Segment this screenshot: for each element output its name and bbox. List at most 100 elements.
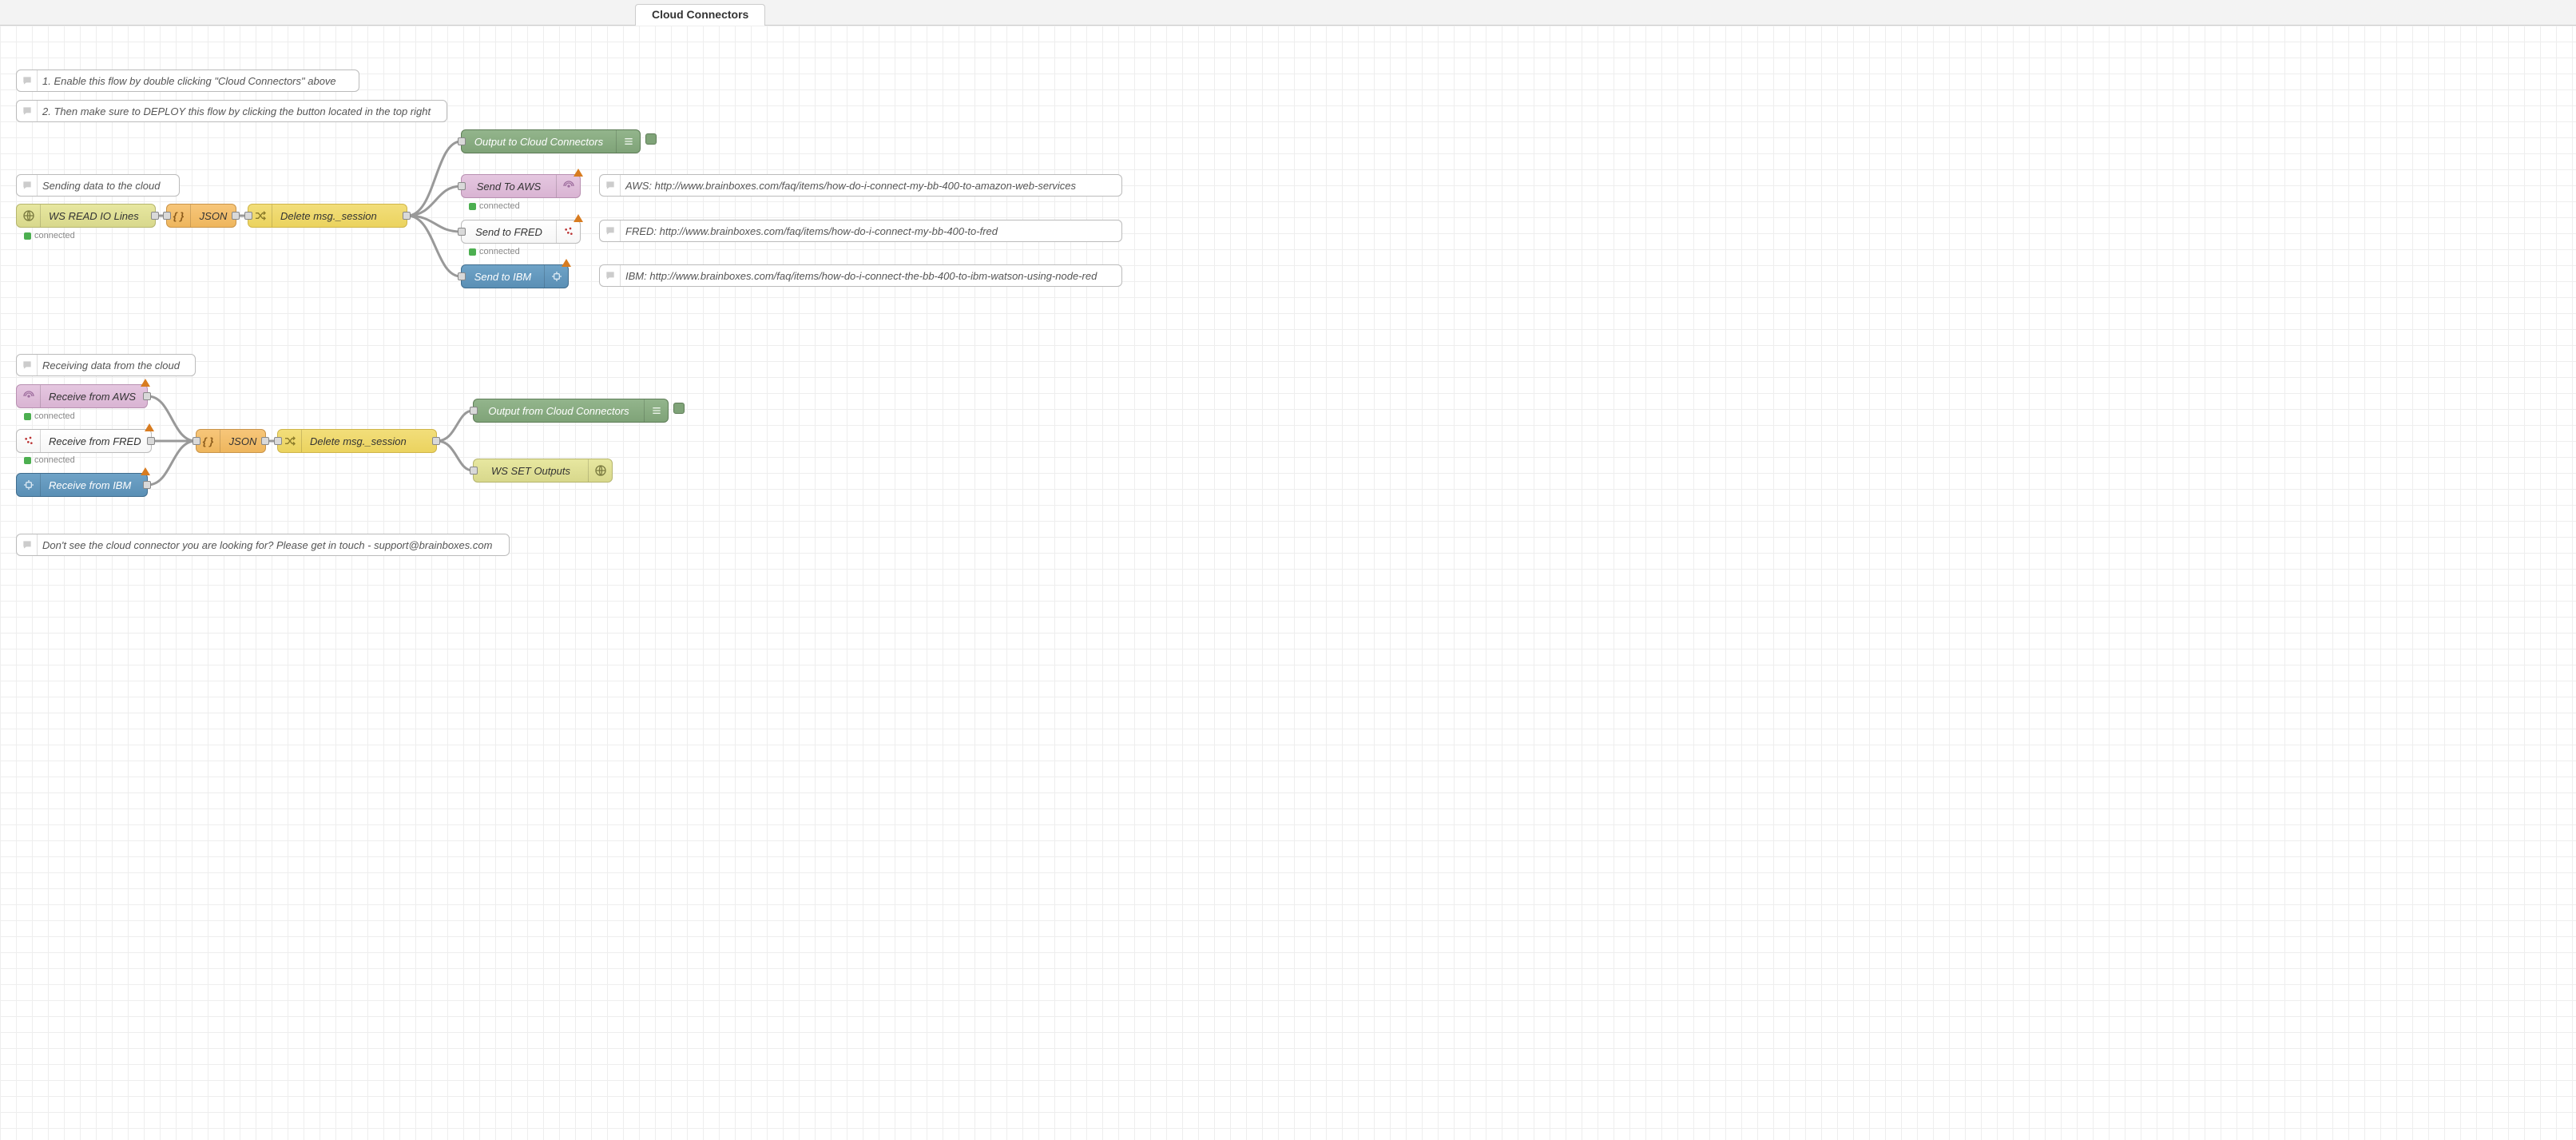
chip-icon [544, 265, 568, 288]
status-fred-in: connected [24, 455, 75, 465]
error-icon [141, 467, 150, 475]
node-label: Receive from FRED [41, 435, 151, 447]
comment-node[interactable]: 2. Then make sure to DEPLOY this flow by… [16, 100, 447, 122]
output-port[interactable] [432, 437, 440, 445]
input-port[interactable] [193, 437, 200, 445]
comment-text: AWS: http://www.brainboxes.com/faq/items… [621, 180, 1086, 192]
comment-node[interactable]: 1. Enable this flow by double clicking "… [16, 70, 359, 92]
status-ws-read: connected [24, 231, 75, 240]
list-icon [616, 130, 640, 153]
comment-text: Don't see the cloud connector you are lo… [38, 539, 502, 551]
speech-bubble-icon [17, 175, 38, 196]
status-dot-icon [24, 457, 31, 464]
input-port[interactable] [470, 467, 478, 475]
status-aws-in: connected [24, 411, 75, 421]
input-port[interactable] [458, 182, 466, 190]
output-port[interactable] [261, 437, 269, 445]
output-port[interactable] [151, 212, 159, 220]
comment-text: Receiving data from the cloud [38, 359, 189, 371]
chip-icon [17, 474, 41, 496]
node-receive-from-aws[interactable]: Receive from AWS [16, 384, 148, 408]
node-label: Send to FRED [462, 226, 556, 238]
status-dot-icon [24, 413, 31, 420]
input-port[interactable] [470, 407, 478, 415]
output-port[interactable] [403, 212, 411, 220]
node-link-in[interactable]: Output from Cloud Connectors [473, 399, 669, 423]
node-label: Receive from AWS [41, 391, 147, 403]
error-icon [141, 379, 150, 387]
node-label: Send To AWS [462, 181, 556, 193]
signal-icon [17, 385, 41, 407]
comment-node[interactable]: FRED: http://www.brainboxes.com/faq/item… [599, 220, 1122, 242]
fred-icon [556, 220, 580, 243]
node-label: Output from Cloud Connectors [474, 405, 644, 417]
output-port[interactable] [232, 212, 240, 220]
node-receive-from-fred[interactable]: Receive from FRED [16, 429, 152, 453]
speech-bubble-icon [600, 265, 621, 286]
node-receive-from-ibm[interactable]: Receive from IBM [16, 473, 148, 497]
speech-bubble-icon [17, 101, 38, 121]
output-port[interactable] [143, 392, 151, 400]
speech-bubble-icon [600, 220, 621, 241]
status-aws-out: connected [469, 201, 520, 211]
node-delete-session-1[interactable]: Delete msg._session [248, 204, 407, 228]
node-link-out[interactable]: Output to Cloud Connectors [461, 129, 641, 153]
node-send-to-ibm[interactable]: Send to IBM [461, 264, 569, 288]
input-port[interactable] [458, 137, 466, 145]
input-port[interactable] [163, 212, 171, 220]
node-label: WS READ IO Lines [41, 210, 155, 222]
node-json-parse-2[interactable]: { } JSON [196, 429, 266, 453]
comment-node[interactable]: IBM: http://www.brainboxes.com/faq/items… [599, 264, 1122, 287]
comment-node[interactable]: AWS: http://www.brainboxes.com/faq/items… [599, 174, 1122, 197]
status-dot-icon [469, 203, 476, 210]
comment-node[interactable]: Receiving data from the cloud [16, 354, 196, 376]
link-badge [645, 133, 657, 145]
error-icon [574, 214, 583, 222]
globe-icon [588, 459, 612, 482]
comment-node[interactable]: Don't see the cloud connector you are lo… [16, 534, 510, 556]
status-dot-icon [24, 232, 31, 240]
status-dot-icon [469, 248, 476, 256]
node-label: Output to Cloud Connectors [462, 136, 616, 148]
input-port[interactable] [458, 228, 466, 236]
globe-icon [17, 205, 41, 227]
link-color-icon [673, 403, 685, 414]
node-label: JSON [220, 435, 265, 447]
node-label: Receive from IBM [41, 479, 147, 491]
status-fred-out: connected [469, 247, 520, 256]
speech-bubble-icon [17, 70, 38, 91]
output-port[interactable] [147, 437, 155, 445]
tab-cloud-connectors[interactable]: Cloud Connectors [635, 4, 765, 26]
node-delete-session-2[interactable]: Delete msg._session [277, 429, 437, 453]
node-label: WS SET Outputs [474, 465, 588, 477]
speech-bubble-icon [600, 175, 621, 196]
list-icon [644, 399, 668, 422]
fred-icon [17, 430, 41, 452]
node-ws-set-outputs[interactable]: WS SET Outputs [473, 459, 613, 483]
comment-text: 1. Enable this flow by double clicking "… [38, 75, 346, 87]
link-color-icon [645, 133, 657, 145]
input-port[interactable] [274, 437, 282, 445]
node-ws-read-io-lines[interactable]: WS READ IO Lines [16, 204, 156, 228]
comment-text: IBM: http://www.brainboxes.com/faq/items… [621, 270, 1106, 282]
node-label: Delete msg._session [302, 435, 436, 447]
node-json-parse-1[interactable]: { } JSON [166, 204, 236, 228]
output-port[interactable] [143, 481, 151, 489]
error-icon [562, 259, 571, 267]
flow-canvas[interactable]: 1. Enable this flow by double clicking "… [0, 26, 2576, 1140]
comment-text: 2. Then make sure to DEPLOY this flow by… [38, 105, 440, 117]
comment-text: Sending data to the cloud [38, 180, 169, 192]
node-send-to-aws[interactable]: Send To AWS [461, 174, 581, 198]
speech-bubble-icon [17, 355, 38, 375]
node-send-to-fred[interactable]: Send to FRED [461, 220, 581, 244]
comment-text: FRED: http://www.brainboxes.com/faq/item… [621, 225, 1007, 237]
comment-node[interactable]: Sending data to the cloud [16, 174, 180, 197]
input-port[interactable] [458, 272, 466, 280]
input-port[interactable] [244, 212, 252, 220]
tab-bar: Cloud Connectors [0, 0, 2576, 26]
speech-bubble-icon [17, 534, 38, 555]
link-badge [673, 403, 685, 414]
error-icon [145, 423, 154, 431]
error-icon [574, 169, 583, 177]
signal-icon [556, 175, 580, 197]
